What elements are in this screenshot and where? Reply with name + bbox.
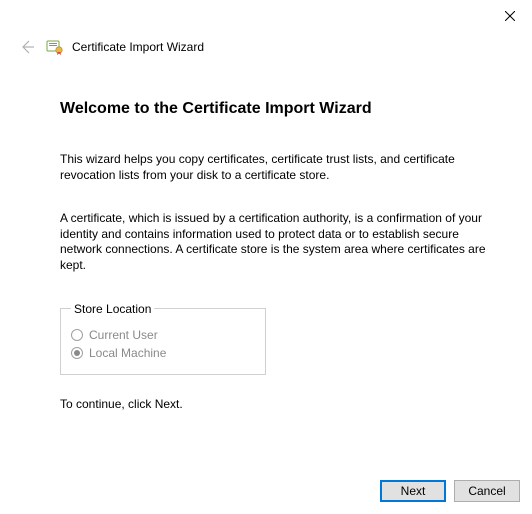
wizard-footer: Next Cancel [380, 480, 520, 502]
close-icon [505, 11, 515, 21]
radio-current-user: Current User [71, 328, 255, 342]
store-location-legend: Store Location [71, 302, 154, 316]
intro-text: This wizard helps you copy certificates,… [60, 152, 492, 183]
next-button[interactable]: Next [380, 480, 446, 502]
close-button[interactable] [498, 4, 522, 28]
wizard-header: Certificate Import Wizard [16, 36, 516, 58]
description-text: A certificate, which is issued by a cert… [60, 211, 492, 273]
radio-local-machine: Local Machine [71, 346, 255, 360]
continue-hint: To continue, click Next. [60, 397, 492, 411]
radio-icon [71, 329, 83, 341]
radio-label: Current User [89, 328, 158, 342]
back-arrow-icon [18, 38, 36, 56]
cancel-button[interactable]: Cancel [454, 480, 520, 502]
radio-label: Local Machine [89, 346, 166, 360]
radio-icon [71, 347, 83, 359]
certificate-icon [46, 38, 64, 56]
wizard-content: Welcome to the Certificate Import Wizard… [60, 100, 492, 411]
back-button [16, 36, 38, 58]
store-location-group: Store Location Current User Local Machin… [60, 302, 266, 375]
page-heading: Welcome to the Certificate Import Wizard [60, 100, 492, 118]
wizard-title: Certificate Import Wizard [72, 40, 204, 54]
